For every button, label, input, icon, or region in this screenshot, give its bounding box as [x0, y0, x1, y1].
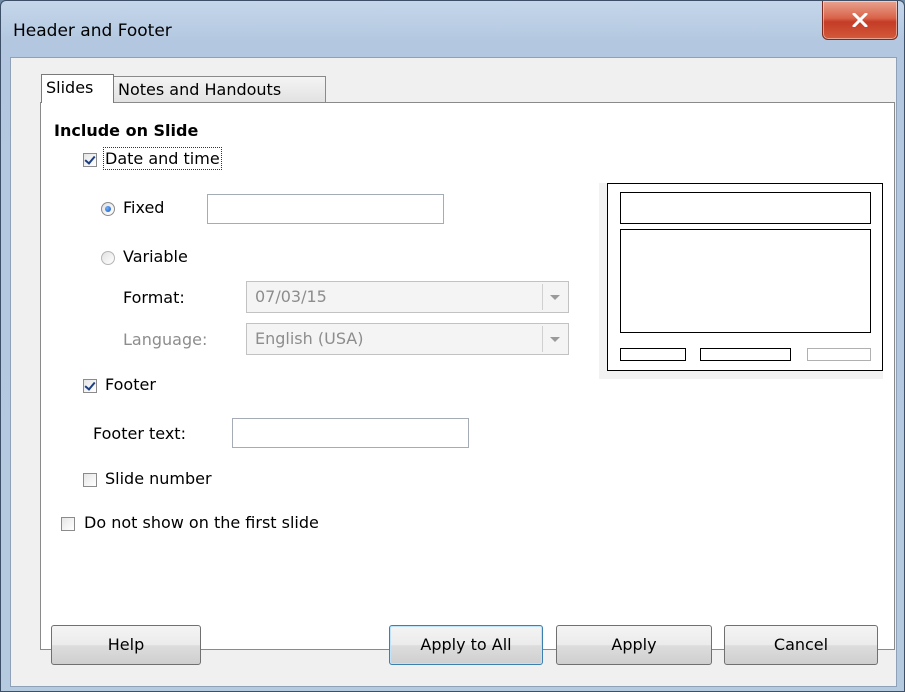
date-and-time-label[interactable]: Date and time [103, 147, 222, 170]
apply-button[interactable]: Apply [556, 625, 712, 665]
close-button[interactable] [822, 1, 898, 40]
tab-notes-and-handouts[interactable]: Notes and Handouts [113, 76, 326, 102]
slide-number-checkbox[interactable] [83, 473, 97, 487]
footer-text-input[interactable] [232, 418, 469, 448]
format-label: Format: [123, 288, 185, 307]
footer-text-label: Footer text: [93, 424, 186, 443]
footer-label[interactable]: Footer [105, 375, 156, 394]
slides-tab-panel: Include on Slide Date and time Fixed Var… [40, 102, 895, 650]
preview-number-area [807, 348, 871, 361]
not-first-slide-label[interactable]: Do not show on the first slide [84, 513, 319, 532]
not-first-slide-checkbox[interactable] [61, 517, 75, 531]
section-title: Include on Slide [54, 121, 199, 140]
fixed-radio[interactable] [101, 202, 115, 216]
tab-notes-label: Notes and Handouts [118, 80, 282, 99]
tab-slides-label: Slides [46, 78, 94, 97]
apply-to-all-button[interactable]: Apply to All [389, 625, 543, 665]
preview-date-area [620, 348, 686, 361]
footer-checkbox[interactable] [83, 379, 97, 393]
date-and-time-checkbox[interactable] [83, 153, 97, 167]
title-bar: Header and Footer [1, 1, 904, 57]
preview-footer-area [700, 348, 791, 361]
format-select[interactable]: 07/03/15 [246, 281, 569, 313]
help-button[interactable]: Help [51, 625, 201, 665]
dialog-client-area: Slides Notes and Handouts Include on Sli… [10, 57, 897, 687]
language-label: Language: [123, 330, 208, 349]
tab-slides[interactable]: Slides [41, 74, 114, 103]
cancel-button[interactable]: Cancel [724, 625, 878, 665]
chevron-down-icon[interactable] [542, 284, 566, 310]
language-select[interactable]: English (USA) [246, 323, 569, 355]
variable-label[interactable]: Variable [123, 247, 188, 266]
slide-layout-preview [607, 183, 883, 371]
chevron-down-icon[interactable] [542, 326, 566, 352]
preview-title-area [620, 192, 871, 224]
dialog-title: Header and Footer [13, 21, 172, 41]
header-footer-dialog: Header and Footer Slides Notes and Hando… [0, 0, 905, 692]
close-icon [852, 13, 868, 27]
fixed-date-input[interactable] [207, 194, 444, 224]
format-value: 07/03/15 [255, 287, 327, 306]
fixed-label[interactable]: Fixed [123, 198, 164, 217]
preview-content-area [620, 229, 871, 333]
variable-radio[interactable] [101, 251, 115, 265]
language-value: English (USA) [255, 329, 364, 348]
slide-number-label[interactable]: Slide number [105, 469, 212, 488]
